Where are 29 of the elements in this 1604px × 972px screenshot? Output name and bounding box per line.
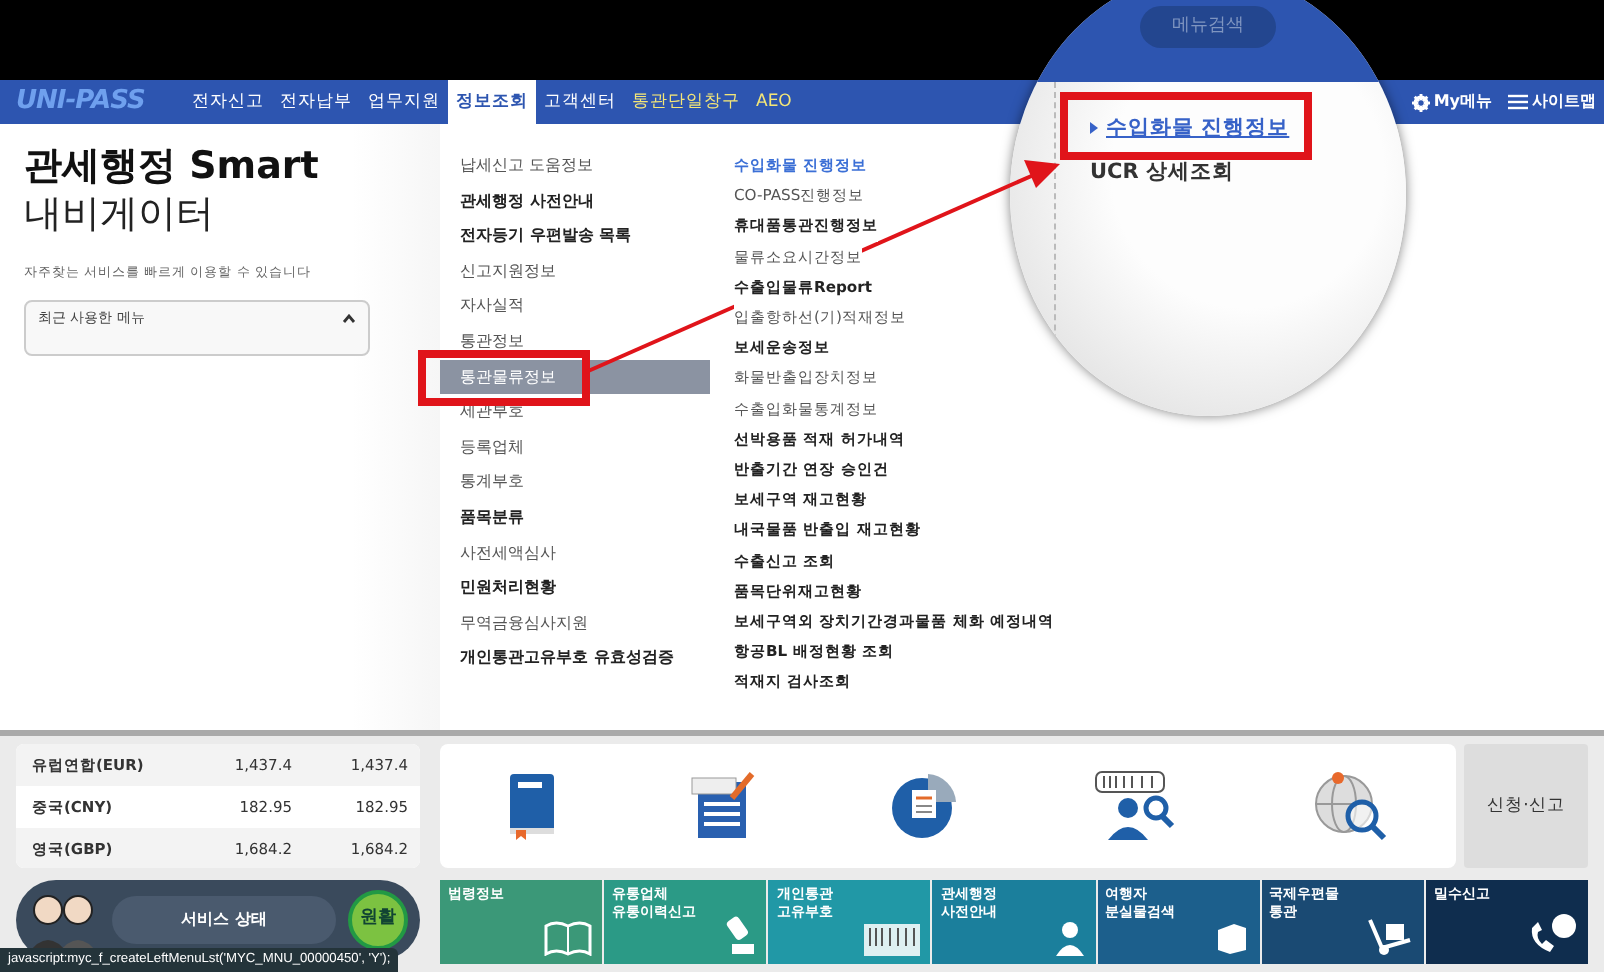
menu-item[interactable]: 품목분류 bbox=[440, 499, 710, 536]
menu-item[interactable]: 민원처리현황 bbox=[440, 570, 710, 606]
nav-tab[interactable]: 통관단일창구 bbox=[624, 80, 748, 124]
menu-item[interactable]: 전자등기 우편발송 목록 bbox=[440, 218, 710, 254]
nav-tab[interactable]: AEO bbox=[748, 80, 800, 124]
menu-item[interactable]: 관세행정 사전안내 bbox=[440, 183, 710, 219]
menu-item[interactable]: 사전세액심사 bbox=[440, 535, 710, 571]
menu-item[interactable]: 개인통관고유부호 유효성검증 bbox=[440, 640, 710, 676]
sitemap-link[interactable]: 사이트맵 bbox=[1508, 90, 1596, 114]
my-menu-link[interactable]: My메뉴 bbox=[1411, 90, 1492, 114]
menu-item[interactable]: 등록업체 bbox=[440, 429, 710, 465]
menu-item[interactable]: UCR 상세조회 bbox=[1090, 150, 1234, 194]
menu-item[interactable]: 통계부호 bbox=[440, 464, 710, 500]
nav-tab[interactable]: 고객센터 bbox=[536, 80, 624, 124]
apply-button[interactable]: 신청·신고 bbox=[1464, 744, 1588, 868]
menu-item[interactable]: 무역금융심사지원 bbox=[440, 605, 710, 641]
menu-item[interactable]: 통관정보 bbox=[440, 323, 710, 360]
menu-item[interactable]: 납세신고 도움정보 bbox=[440, 148, 710, 184]
menu-item[interactable]: 자사실적 bbox=[440, 288, 710, 324]
navigator-subtitle: 내비게이터 bbox=[24, 190, 216, 240]
status-indicator: 원활 bbox=[348, 890, 408, 950]
menu-item[interactable]: 신고지원정보 bbox=[440, 253, 710, 289]
nav-tab[interactable]: 정보조회 bbox=[448, 80, 536, 124]
navigator-title: 관세행정 Smart bbox=[24, 144, 321, 188]
service-status-label: 서비스 상태 bbox=[112, 896, 336, 944]
nav-tab[interactable]: 전자납부 bbox=[272, 80, 360, 124]
menu-item[interactable]: 수입화물 진행정보 bbox=[1106, 106, 1290, 150]
nav-tab[interactable]: 전자신고 bbox=[184, 80, 272, 124]
nav-tab[interactable]: 업무지원 bbox=[360, 80, 448, 124]
